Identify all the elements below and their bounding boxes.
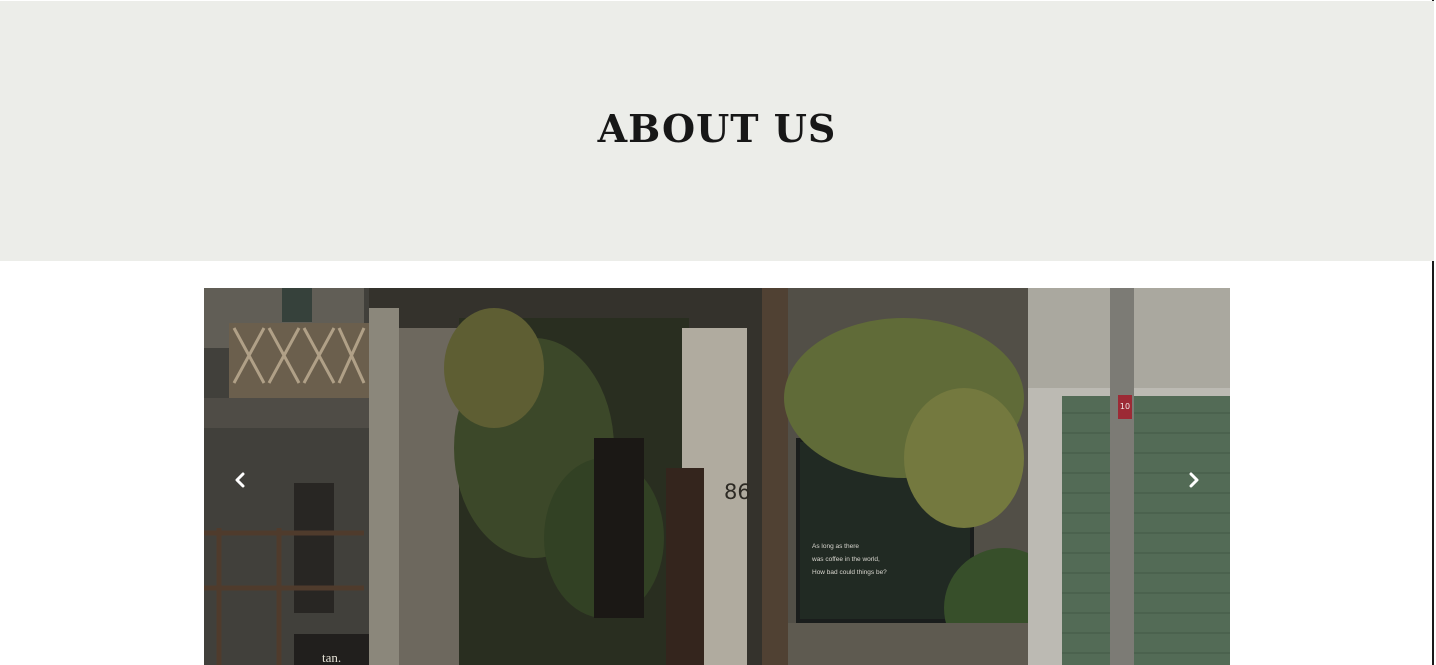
slide-house-number: 86: [724, 480, 751, 504]
chevron-left-icon: [235, 472, 245, 488]
page-header-band: ABOUT US: [0, 1, 1434, 261]
carousel-next-button[interactable]: [1182, 468, 1206, 492]
carousel-slide-image: [204, 288, 1230, 665]
image-carousel[interactable]: tan. 86 As long as there was coffee in t…: [204, 288, 1230, 665]
carousel-prev-button[interactable]: [228, 468, 252, 492]
window-quote-line: As long as there: [812, 543, 859, 550]
slide-pole-tag: 10: [1118, 395, 1132, 419]
chevron-right-icon: [1189, 472, 1199, 488]
slide-window-quote: As long as there was coffee in the world…: [812, 540, 922, 579]
window-quote-line: How bad could things be?: [812, 569, 887, 576]
window-quote-line: was coffee in the world,: [812, 556, 880, 563]
slide-sign-text: tan.: [322, 650, 342, 665]
page-title: ABOUT US: [597, 106, 837, 151]
